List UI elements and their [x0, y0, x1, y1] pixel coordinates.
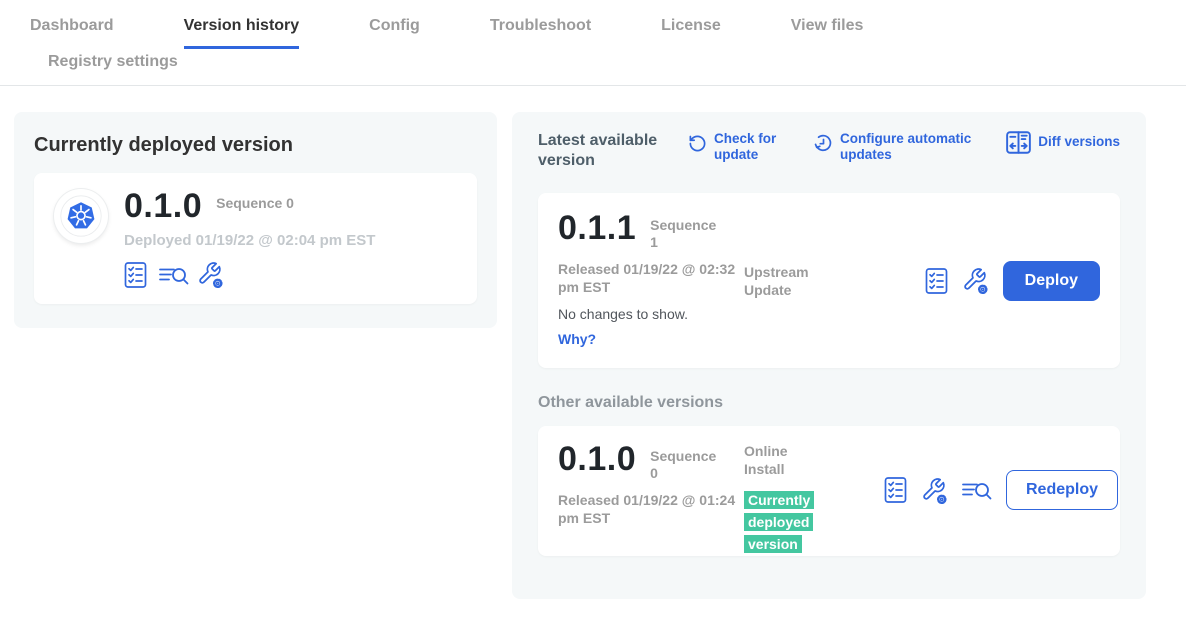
- why-link[interactable]: Why?: [558, 331, 744, 347]
- tab-config[interactable]: Config: [369, 17, 420, 46]
- currently-deployed-badge-wrap: Currently deployed version: [744, 489, 820, 555]
- diff-icon: [1006, 131, 1031, 154]
- view-logs-icon[interactable]: [962, 478, 992, 502]
- other-versions-title: Other available versions: [538, 394, 1120, 412]
- other-source-column: Online Install Currently deployed versio…: [744, 442, 884, 538]
- deployed-version-number: 0.1.0: [124, 189, 202, 223]
- tab-view-files[interactable]: View files: [791, 17, 864, 46]
- other-source-label: Online Install: [744, 442, 824, 478]
- view-logs-icon[interactable]: [159, 263, 189, 287]
- tab-version-history[interactable]: Version history: [184, 17, 300, 49]
- other-released-timestamp: Released 01/19/22 @ 01:24 pm EST: [558, 491, 736, 527]
- tab-registry-settings[interactable]: Registry settings: [48, 53, 1116, 71]
- latest-source-label: Upstream Update: [744, 263, 824, 299]
- other-version-number: 0.1.0: [558, 442, 636, 476]
- deployed-version-box: 0.1.0 Sequence 0 Deployed 01/19/22 @ 02:…: [34, 173, 477, 304]
- latest-version-info: 0.1.1 Sequence 1 Released 01/19/22 @ 02:…: [558, 211, 744, 350]
- preflight-checks-icon[interactable]: [124, 262, 147, 288]
- diff-versions-link[interactable]: Diff versions: [1006, 131, 1120, 154]
- nav-row-1: Dashboard Version history Config Trouble…: [0, 0, 1186, 49]
- other-sequence-label: Sequence 0: [650, 442, 722, 482]
- latest-source-column: Upstream Update: [744, 211, 884, 350]
- latest-version-row: 0.1.1 Sequence 1 Released 01/19/22 @ 02:…: [538, 193, 1120, 368]
- deployed-timestamp: Deployed 01/19/22 @ 02:04 pm EST: [124, 232, 375, 249]
- kubernetes-logo: [54, 189, 108, 243]
- latest-changes-text: No changes to show.: [558, 306, 744, 322]
- other-version-info: 0.1.0 Sequence 0 Released 01/19/22 @ 01:…: [558, 442, 744, 538]
- edit-config-icon[interactable]: [921, 477, 948, 504]
- currently-deployed-badge: Currently deployed version: [744, 491, 814, 553]
- latest-released-timestamp: Released 01/19/22 @ 02:32 pm EST: [558, 260, 736, 296]
- latest-version-actions: Deploy: [925, 261, 1100, 301]
- configure-auto-updates-label: Configure automatic updates: [840, 131, 972, 163]
- tab-license[interactable]: License: [661, 17, 721, 46]
- deploy-button[interactable]: Deploy: [1003, 261, 1100, 301]
- top-navigation: Dashboard Version history Config Trouble…: [0, 0, 1186, 86]
- configure-auto-updates-link[interactable]: Configure automatic updates: [814, 131, 972, 163]
- edit-config-icon[interactable]: [197, 261, 224, 288]
- currently-deployed-card: Currently deployed version 0.1.0 Sequenc…: [14, 112, 497, 328]
- refresh-icon: [688, 131, 707, 163]
- latest-version-number: 0.1.1: [558, 211, 636, 245]
- diff-versions-label: Diff versions: [1038, 134, 1120, 150]
- deployed-version-info: 0.1.0 Sequence 0 Deployed 01/19/22 @ 02:…: [124, 189, 375, 288]
- edit-config-icon[interactable]: [962, 267, 989, 294]
- available-card-header: Latest available version Check for updat…: [538, 131, 1120, 171]
- other-version-actions: Redeploy: [884, 470, 1118, 510]
- latest-available-title: Latest available version: [538, 131, 670, 171]
- preflight-checks-icon[interactable]: [884, 477, 907, 503]
- main-content: Currently deployed version 0.1.0 Sequenc…: [0, 86, 1186, 629]
- nav-row-2: Registry settings: [0, 49, 1186, 85]
- currently-deployed-title: Currently deployed version: [34, 134, 477, 157]
- check-for-update-label: Check for update: [714, 131, 788, 163]
- other-version-row: 0.1.0 Sequence 0 Released 01/19/22 @ 01:…: [538, 426, 1120, 556]
- deployed-sequence-label: Sequence 0: [216, 189, 294, 212]
- tab-troubleshoot[interactable]: Troubleshoot: [490, 17, 591, 46]
- available-versions-card: Latest available version Check for updat…: [512, 112, 1146, 599]
- redeploy-button[interactable]: Redeploy: [1006, 470, 1118, 510]
- tab-dashboard[interactable]: Dashboard: [30, 17, 114, 46]
- check-for-update-link[interactable]: Check for update: [688, 131, 788, 163]
- latest-sequence-label: Sequence 1: [650, 211, 722, 251]
- auto-update-icon: [814, 131, 833, 163]
- preflight-checks-icon[interactable]: [925, 268, 948, 294]
